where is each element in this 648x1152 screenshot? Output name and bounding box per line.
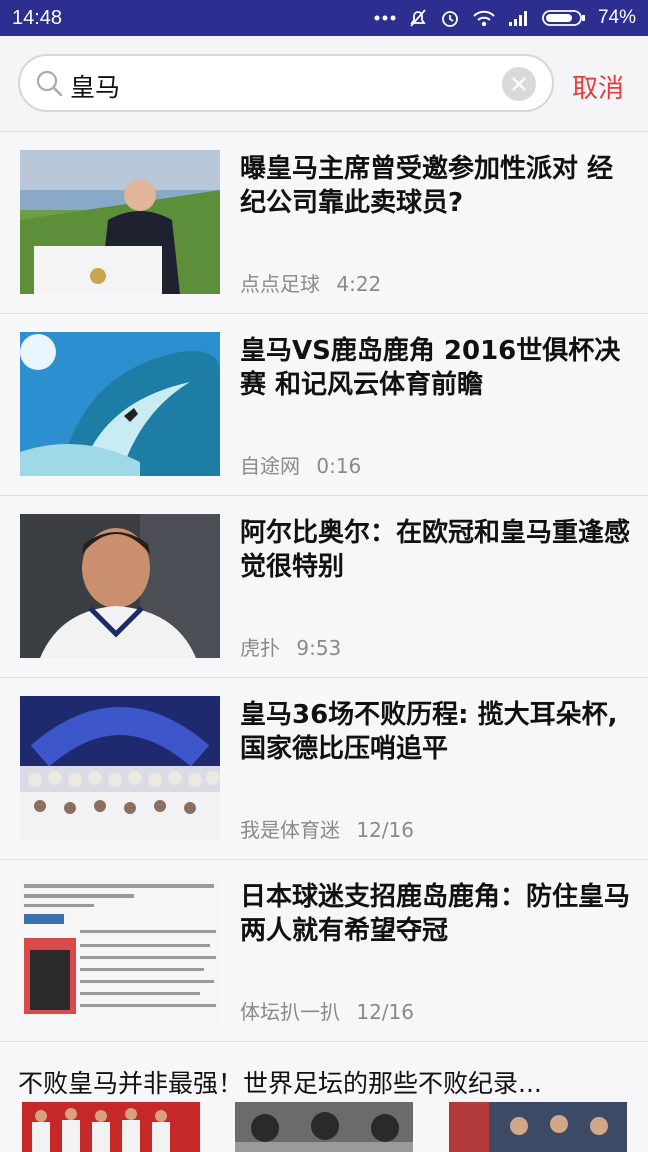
news-meta: 点点足球 4:22 (240, 268, 381, 297)
list-item[interactable]: 皇马36场不败历程: 揽大耳朵杯, 国家德比压哨追平 我是体育迷 12/16 (0, 678, 648, 860)
list-item[interactable]: 阿尔比奥尔：在欧冠和皇马重逢感觉很特别 虎扑 9:53 (0, 496, 648, 678)
search-query: 皇马 (70, 73, 121, 102)
news-thumbnail (20, 332, 220, 476)
news-source: 自途网 (240, 454, 300, 478)
news-thumbnail (20, 150, 220, 294)
wifi-icon (472, 8, 496, 28)
more-dots-icon (374, 14, 396, 22)
gallery-item[interactable]: 不败皇马并非最强！世界足坛的那些不败纪录... (0, 1042, 648, 1152)
news-source: 点点足球 (240, 272, 320, 296)
list-item[interactable]: 曝皇马主席曾受邀参加性派对 经纪公司靠此卖球员? 点点足球 4:22 (0, 132, 648, 314)
status-icons: 74% (374, 7, 636, 29)
signal-icon (508, 9, 530, 27)
clear-icon[interactable] (502, 67, 536, 101)
battery-percent: 74% (597, 7, 636, 28)
news-time: 12/16 (356, 1000, 414, 1024)
news-title: 曝皇马主席曾受邀参加性派对 经纪公司靠此卖球员? (240, 154, 614, 218)
gallery-title: 不败皇马并非最强！世界足坛的那些不败纪录... (18, 1069, 542, 1098)
battery-icon (542, 9, 586, 27)
gallery-thumbnail (235, 1102, 413, 1152)
news-title: 皇马36场不败历程: 揽大耳朵杯, 国家德比压哨追平 (240, 700, 618, 764)
news-time: 4:22 (336, 272, 382, 296)
news-time: 0:16 (316, 454, 362, 478)
news-time: 9:53 (296, 636, 342, 660)
gallery-thumbnail (22, 1102, 200, 1152)
news-time: 12/16 (356, 818, 414, 842)
news-meta: 体坛扒一扒 12/16 (240, 996, 414, 1025)
news-thumbnail (20, 514, 220, 658)
cancel-button[interactable]: 取消 (572, 68, 624, 105)
news-thumbnail (20, 696, 220, 840)
mute-bell-icon (408, 8, 428, 28)
status-time: 14:48 (12, 6, 63, 29)
gallery-thumbnail (449, 1102, 627, 1152)
news-title: 阿尔比奥尔：在欧冠和皇马重逢感觉很特别 (240, 518, 631, 582)
news-meta: 我是体育迷 12/16 (240, 814, 414, 843)
status-bar: 14:48 74% (0, 0, 648, 36)
news-meta: 自途网 0:16 (240, 450, 361, 479)
list-item[interactable]: 皇马VS鹿岛鹿角 2016世俱杯决赛 和记风云体育前瞻 自途网 0:16 (0, 314, 648, 496)
news-source: 虎扑 (240, 636, 280, 660)
news-source: 体坛扒一扒 (240, 1000, 340, 1024)
news-meta: 虎扑 9:53 (240, 632, 341, 661)
list-item[interactable]: 日本球迷支招鹿岛鹿角：防住皇马两人就有希望夺冠 体坛扒一扒 12/16 (0, 860, 648, 1042)
news-title: 皇马VS鹿岛鹿角 2016世俱杯决赛 和记风云体育前瞻 (240, 336, 621, 400)
search-icon (34, 68, 64, 102)
alarm-icon (440, 8, 460, 28)
news-source: 我是体育迷 (240, 818, 340, 842)
news-list: 曝皇马主席曾受邀参加性派对 经纪公司靠此卖球员? 点点足球 4:22 皇马VS鹿… (0, 132, 648, 1042)
news-thumbnail (20, 878, 220, 1022)
search-header: 皇马 取消 (0, 36, 648, 132)
search-input[interactable]: 皇马 (18, 54, 554, 112)
news-title: 日本球迷支招鹿岛鹿角：防住皇马两人就有希望夺冠 (240, 882, 631, 946)
